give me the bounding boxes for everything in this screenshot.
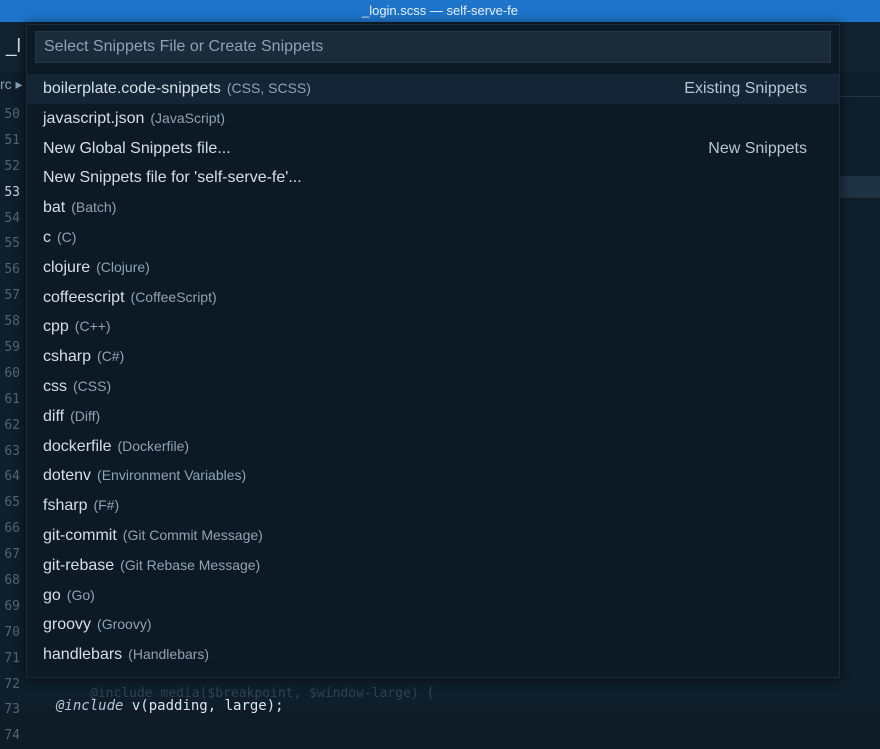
line-number: 74 bbox=[4, 728, 20, 744]
line-number: 56 bbox=[4, 262, 20, 278]
quick-pick-item[interactable]: handlebars (Handlebars) bbox=[27, 640, 839, 670]
line-number: 55 bbox=[4, 236, 20, 252]
quick-pick-item-label: css bbox=[43, 377, 67, 395]
quick-pick-item-description: (C#) bbox=[97, 348, 125, 365]
line-number: 64 bbox=[4, 469, 20, 485]
quick-pick-item-description: (CoffeeScript) bbox=[130, 288, 217, 305]
quick-pick-item-description: (F#) bbox=[93, 497, 120, 514]
quick-pick-item[interactable]: git-commit (Git Commit Message) bbox=[27, 521, 839, 551]
quick-pick-item-description: (Environment Variables) bbox=[97, 467, 247, 484]
code-line[interactable]: @include v(padding, large); bbox=[56, 698, 284, 714]
quick-pick-item-label: diff bbox=[43, 407, 65, 425]
line-number: 61 bbox=[4, 391, 20, 407]
quick-pick-item-label: groovy bbox=[43, 616, 92, 634]
quick-pick-item[interactable]: css (CSS) bbox=[27, 372, 839, 402]
quick-pick-item-label: dotenv bbox=[43, 467, 92, 485]
breadcrumb-divider bbox=[838, 96, 880, 97]
current-line-highlight bbox=[838, 176, 880, 198]
quick-pick-item-description: (JavaScript) bbox=[150, 109, 226, 126]
quick-pick-list: boilerplate.code-snippets (CSS, SCSS) Exis… bbox=[27, 74, 839, 670]
line-number: 71 bbox=[4, 650, 20, 666]
code-keyword: @include bbox=[56, 698, 124, 714]
quick-pick-item-label: c bbox=[43, 228, 51, 246]
line-number: 70 bbox=[4, 624, 20, 640]
quick-pick-item[interactable]: bat (Batch) bbox=[27, 193, 839, 223]
quick-pick-item[interactable]: javascript.json (JavaScript) bbox=[27, 104, 839, 134]
quick-pick-item-label: git-rebase bbox=[43, 556, 115, 574]
quick-pick-item-description: (C++) bbox=[74, 318, 111, 335]
line-number: 69 bbox=[4, 598, 20, 614]
quick-pick-item-label: coffeescript bbox=[43, 288, 125, 306]
quick-pick-item-label: clojure bbox=[43, 258, 91, 276]
quick-pick-item-description: (Batch) bbox=[71, 199, 117, 216]
quick-pick-item[interactable]: csharp (C#) bbox=[27, 342, 839, 372]
quick-pick-item[interactable]: New Snippets file for 'self-serve-fe'... bbox=[27, 163, 839, 193]
snippets-quick-pick: boilerplate.code-snippets (CSS, SCSS) Exis… bbox=[26, 24, 840, 678]
line-number: 50 bbox=[4, 107, 20, 122]
quick-pick-item-description: (Git Rebase Message) bbox=[120, 556, 261, 573]
line-number: 72 bbox=[4, 676, 20, 692]
quick-pick-item-label: bat bbox=[43, 199, 66, 217]
quick-pick-item-description: (Clojure) bbox=[96, 258, 150, 275]
quick-pick-item-description: (Go) bbox=[66, 586, 95, 603]
quick-pick-item[interactable]: dockerfile (Dockerfile) bbox=[27, 432, 839, 462]
line-number: 60 bbox=[4, 365, 20, 381]
quick-pick-item-description: (C) bbox=[57, 228, 77, 245]
line-number: 65 bbox=[4, 495, 20, 511]
quick-pick-item-description: (Groovy) bbox=[97, 616, 152, 633]
quick-pick-item[interactable]: clojure (Clojure) bbox=[27, 253, 839, 283]
quick-pick-item-description: (Git Commit Message) bbox=[122, 526, 263, 543]
quick-pick-item-label: dockerfile bbox=[43, 437, 112, 455]
window-title-bar: _login.scss — self-serve-fe bbox=[0, 0, 880, 22]
quick-pick-item-description: (CSS, SCSS) bbox=[226, 80, 311, 96]
quick-pick-item-label: handlebars bbox=[43, 646, 123, 664]
quick-pick-item-label: go bbox=[43, 586, 61, 604]
quick-pick-item-label: New Snippets file for 'self-serve-fe'... bbox=[43, 169, 302, 187]
line-number-gutter: 50 51 52 53 54 55 56 57 58 59 60 61 62 63 64 65 66 67 68 69… bbox=[0, 102, 24, 749]
quick-pick-item-label: boilerplate.code-snippets bbox=[43, 80, 221, 97]
quick-pick-item[interactable]: go (Go) bbox=[27, 581, 839, 611]
quick-pick-item-label: javascript.json bbox=[43, 109, 145, 127]
quick-pick-item[interactable]: boilerplate.code-snippets (CSS, SCSS) Exis… bbox=[27, 74, 839, 104]
quick-pick-item[interactable]: coffeescript (CoffeeScript) bbox=[27, 283, 839, 313]
quick-pick-item[interactable]: c (C) bbox=[27, 223, 839, 253]
line-number: 66 bbox=[4, 521, 20, 537]
quick-pick-item[interactable]: cpp (C++) bbox=[27, 312, 839, 342]
line-number: 54 bbox=[4, 210, 20, 226]
quick-pick-group-label: Existing Snippets bbox=[684, 80, 807, 97]
quick-pick-item[interactable]: fsharp (F#) bbox=[27, 491, 839, 521]
line-number: 53 bbox=[4, 184, 20, 200]
window-title: _login.scss — self-serve-fe bbox=[361, 3, 519, 18]
quick-pick-item[interactable]: New Global Snippets file... New Snippets bbox=[27, 134, 839, 164]
line-number: 63 bbox=[4, 443, 20, 459]
quick-pick-item[interactable]: groovy (Groovy) bbox=[27, 610, 839, 640]
quick-pick-item-label: fsharp bbox=[43, 497, 88, 515]
line-number: 59 bbox=[4, 340, 20, 356]
quick-pick-item-description: (CSS) bbox=[73, 377, 112, 394]
line-number: 73 bbox=[4, 702, 20, 718]
quick-pick-group-label: New Snippets bbox=[708, 139, 807, 157]
quick-pick-item-label: New Global Snippets file... bbox=[43, 139, 231, 157]
quick-pick-item[interactable]: git-rebase (Git Rebase Message) bbox=[27, 551, 839, 581]
quick-pick-item-description: (Dockerfile) bbox=[117, 437, 190, 454]
quick-pick-input[interactable] bbox=[35, 31, 831, 63]
quick-pick-item[interactable]: diff (Diff) bbox=[27, 402, 839, 432]
line-number: 62 bbox=[4, 417, 20, 433]
quick-pick-item-description: (Diff) bbox=[70, 407, 101, 424]
line-number: 57 bbox=[4, 288, 20, 304]
breadcrumb[interactable]: rc ▸ bbox=[0, 76, 23, 93]
line-number: 51 bbox=[4, 132, 20, 148]
line-number: 68 bbox=[4, 573, 20, 589]
quick-pick-item-label: git-commit bbox=[43, 526, 117, 544]
line-number: 52 bbox=[4, 158, 20, 174]
quick-pick-item-description: (Handlebars) bbox=[128, 646, 210, 663]
editor-tab[interactable]: _l bbox=[6, 36, 21, 58]
quick-pick-item-label: cpp bbox=[43, 318, 69, 336]
code-text: v(padding, large); bbox=[123, 698, 284, 714]
line-number: 58 bbox=[4, 314, 20, 330]
quick-pick-item-label: csharp bbox=[43, 348, 92, 366]
line-number: 67 bbox=[4, 547, 20, 563]
quick-pick-item[interactable]: dotenv (Environment Variables) bbox=[27, 461, 839, 491]
